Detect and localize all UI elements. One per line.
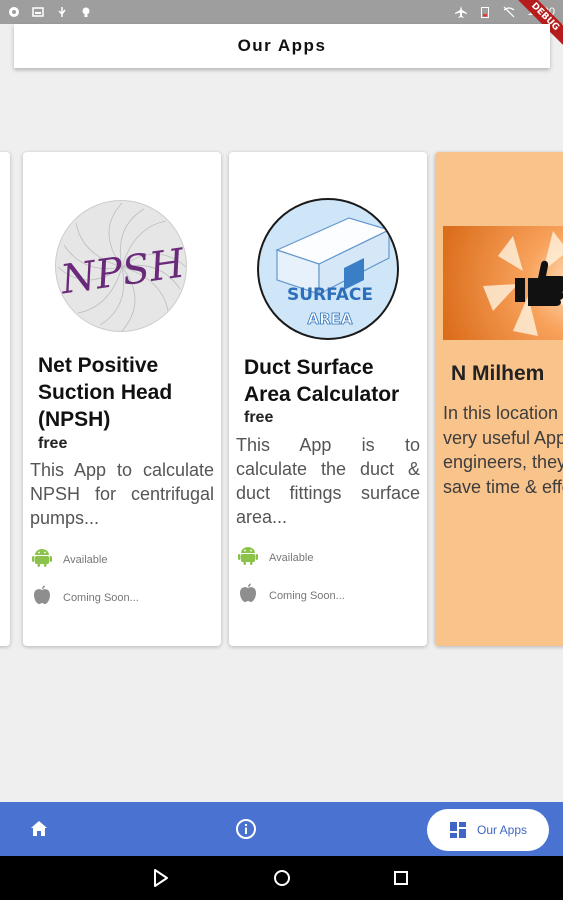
no-wifi-icon: [503, 6, 515, 18]
sync-icon: [8, 6, 20, 18]
image-icon: [32, 6, 44, 18]
android-availability: Available: [31, 546, 107, 573]
recents-button[interactable]: [389, 866, 413, 890]
android-availability: Available: [237, 544, 313, 571]
home-system-button[interactable]: [270, 866, 294, 890]
previous-card-edge[interactable]: [0, 152, 10, 646]
android-icon: [237, 544, 259, 571]
bulb-icon: [80, 6, 92, 18]
apple-icon: [31, 584, 53, 611]
app-price: free: [244, 409, 274, 426]
app-description: This App is to calculate the duct & duct…: [236, 435, 420, 527]
apple-icon: [237, 582, 259, 609]
app-card-duct-surface[interactable]: SURFACE AREA Duct Surface Area Calculato…: [229, 152, 427, 646]
publisher-description: In this location you will find very usef…: [443, 403, 563, 497]
app-title: Net Positive Suction Head (NPSH): [38, 354, 173, 431]
ios-status: Coming Soon...: [63, 591, 139, 604]
ios-availability: Coming Soon...: [31, 584, 139, 611]
duct-logo-text-bottom: AREA: [307, 310, 352, 328]
back-triangle-icon: [154, 869, 168, 887]
page-title: Our Apps: [237, 36, 327, 55]
publisher-name: N Milhem: [451, 362, 545, 385]
app-card-npsh[interactable]: NPSH Net Positive Suction Head (NPSH) fr…: [23, 152, 221, 646]
app-price: free: [38, 435, 68, 452]
app-description: This App to calculate NPSH for centrifug…: [30, 460, 214, 528]
status-bar: 12:00 DEBUG: [0, 0, 563, 51]
home-nav-button[interactable]: [26, 816, 52, 842]
back-button[interactable]: [149, 866, 173, 890]
header-card: Our Apps: [14, 24, 550, 68]
npsh-logo-text: NPSH: [57, 240, 187, 303]
apps-carousel[interactable]: NPSH Net Positive Suction Head (NPSH) fr…: [0, 150, 563, 650]
npsh-app-logo: NPSH: [55, 200, 187, 332]
publisher-banner-image: [443, 226, 563, 340]
bottom-navigation: Our Apps: [0, 802, 563, 856]
status-left-icons: [8, 6, 92, 18]
duct-logo-text-top: SURFACE: [287, 285, 373, 305]
info-icon: [236, 819, 256, 839]
system-navigation-bar: [0, 856, 563, 900]
our-apps-nav-label: Our Apps: [476, 823, 528, 837]
recents-square-icon: [394, 871, 408, 885]
android-icon: [31, 546, 53, 573]
our-apps-nav-button[interactable]: Our Apps: [427, 809, 549, 851]
ios-availability: Coming Soon...: [237, 582, 345, 609]
home-circle-icon: [274, 870, 290, 886]
home-icon: [31, 821, 47, 836]
thumbs-up-icon: [515, 260, 563, 306]
publisher-card[interactable]: N Milhem In this location you will find …: [435, 152, 563, 646]
usb-icon: [56, 6, 68, 18]
ios-status: Coming Soon...: [269, 589, 345, 602]
battery-icon: [479, 6, 491, 18]
app-title: Duct Surface Area Calculator: [244, 356, 400, 406]
duct-app-logo: SURFACE AREA: [257, 198, 399, 340]
android-status: Available: [269, 551, 314, 564]
android-status: Available: [63, 553, 108, 566]
dashboard-icon: [449, 822, 466, 838]
airplane-icon: [455, 6, 468, 18]
info-nav-button[interactable]: [233, 816, 259, 842]
